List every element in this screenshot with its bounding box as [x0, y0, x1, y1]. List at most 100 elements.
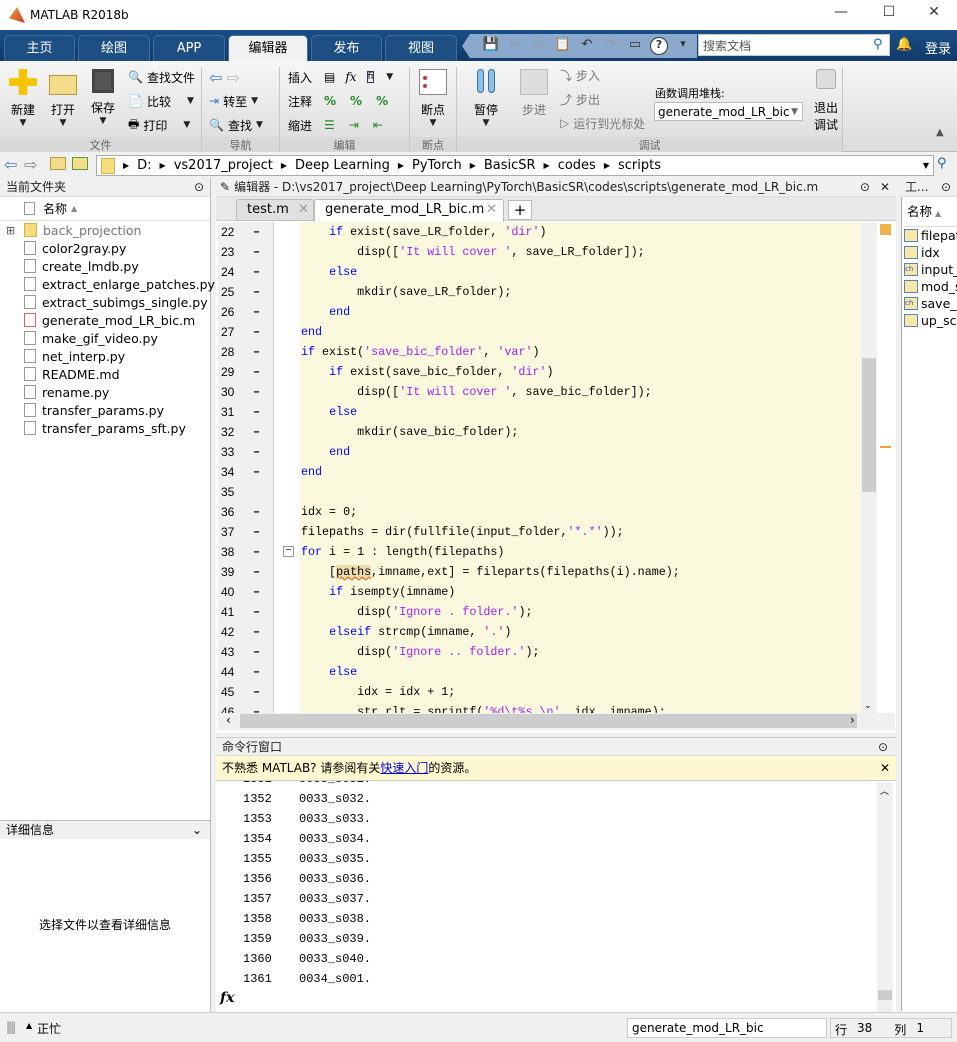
- find-button[interactable]: 🔍 查找 ▼: [209, 115, 263, 135]
- code-line[interactable]: 35: [218, 482, 861, 502]
- tab-test-m[interactable]: test.m ✕: [236, 199, 314, 221]
- command-output[interactable]: 13510033_s031. 1352 0033_s032. 1353 0033_s03…: [216, 781, 896, 993]
- breakpoint-gutter[interactable]: –: [253, 702, 273, 713]
- bell-icon[interactable]: 🔔: [896, 37, 912, 52]
- code-line[interactable]: 38– − for i = 1 : length(filepaths): [218, 542, 861, 562]
- insert-function-icon[interactable]: fx: [345, 70, 356, 84]
- breakpoint-gutter[interactable]: –: [253, 522, 273, 542]
- code-line[interactable]: 29– if exist(save_bic_folder, 'dir'): [218, 362, 861, 382]
- fold-collapse-icon[interactable]: −: [283, 546, 294, 557]
- warning-marker[interactable]: [880, 446, 891, 448]
- tab-publish[interactable]: 发布: [311, 35, 382, 61]
- new-button[interactable]: 新建 ▼: [8, 69, 38, 128]
- workspace-variable[interactable]: chinput_folder: [902, 261, 957, 278]
- breakpoints-button[interactable]: 断点 ▼: [416, 69, 450, 128]
- warning-indicator-icon[interactable]: [880, 224, 891, 235]
- print-button[interactable]: 🖶 打印 ▼: [128, 115, 195, 135]
- breakpoint-gutter[interactable]: –: [253, 282, 273, 302]
- breakpoint-gutter[interactable]: –: [253, 662, 273, 682]
- collapse-ribbon-icon[interactable]: ▲: [936, 127, 944, 138]
- redo-icon[interactable]: ↷: [602, 37, 620, 55]
- scrollbar-thumb[interactable]: [878, 990, 892, 1000]
- insert-section-icon[interactable]: ▤: [324, 70, 335, 84]
- breakpoint-gutter[interactable]: –: [253, 462, 273, 482]
- scroll-left-icon[interactable]: ‹: [226, 713, 231, 727]
- breakpoint-gutter[interactable]: –: [253, 362, 273, 382]
- breakpoint-gutter[interactable]: –: [253, 542, 273, 562]
- breakpoint-gutter[interactable]: –: [253, 222, 273, 242]
- chevron-down-icon[interactable]: ▼: [923, 161, 929, 170]
- pause-button[interactable]: 暂停 ▼: [470, 69, 502, 128]
- save-button[interactable]: 保存 ▼: [88, 69, 118, 126]
- breadcrumb-item[interactable]: Deep Learning: [295, 158, 390, 173]
- minimize-button[interactable]: —: [818, 4, 864, 26]
- close-panel-icon[interactable]: ✕: [880, 178, 890, 197]
- code-line[interactable]: 34– end: [218, 462, 861, 482]
- scrollbar-thumb[interactable]: [240, 714, 857, 728]
- workspace-variable[interactable]: filepaths: [902, 227, 957, 244]
- code-area[interactable]: 22– if exist(save_LR_folder, 'dir') 23– d…: [218, 222, 861, 713]
- file-row[interactable]: extract_subimgs_single.py: [0, 293, 210, 311]
- breakpoint-gutter[interactable]: –: [253, 502, 273, 522]
- login-link[interactable]: 登录: [925, 38, 951, 57]
- column-header-name[interactable]: 名称 ▲: [0, 197, 210, 221]
- panel-menu-icon[interactable]: ⊙: [194, 178, 204, 197]
- column-header-name[interactable]: 名称 ▲: [901, 197, 957, 227]
- code-line[interactable]: 32– mkdir(save_bic_folder);: [218, 422, 861, 442]
- compare-button[interactable]: 📄 比较 ▼: [128, 91, 195, 111]
- forward-icon[interactable]: ⇨: [24, 155, 37, 174]
- breakpoint-gutter[interactable]: –: [253, 322, 273, 342]
- tab-view[interactable]: 视图: [385, 35, 457, 61]
- tab-plots[interactable]: 绘图: [78, 35, 150, 61]
- breadcrumb-item[interactable]: vs2017_project: [174, 158, 273, 173]
- file-row[interactable]: transfer_params_sft.py: [0, 419, 210, 437]
- code-line[interactable]: 45– idx = idx + 1;: [218, 682, 861, 702]
- copy-icon[interactable]: ⎘: [530, 37, 548, 55]
- breakpoint-gutter[interactable]: –: [253, 622, 273, 642]
- comment-icon[interactable]: %: [324, 94, 336, 108]
- find-files-button[interactable]: 🔍 查找文件: [128, 67, 195, 87]
- scroll-right-icon[interactable]: ›: [850, 713, 855, 727]
- breakpoint-gutter[interactable]: –: [253, 562, 273, 582]
- code-line[interactable]: 36– idx = 0;: [218, 502, 861, 522]
- step-in-button[interactable]: ⤵ 步入: [560, 65, 645, 85]
- code-line[interactable]: 42– elseif strcmp(imname, '.'): [218, 622, 861, 642]
- tab-apps[interactable]: APP: [153, 35, 225, 61]
- close-button[interactable]: ✕: [911, 4, 957, 26]
- step-out-button[interactable]: ⤴ 步出: [560, 89, 645, 109]
- file-row[interactable]: extract_enlarge_patches.py: [0, 275, 215, 293]
- code-line[interactable]: 39– [paths,imname,ext] = fileparts(filep…: [218, 562, 861, 582]
- breakpoint-gutter[interactable]: –: [253, 582, 273, 602]
- command-scrollbar[interactable]: ︿: [877, 782, 893, 1012]
- breakpoint-gutter[interactable]: –: [253, 602, 273, 622]
- help-icon[interactable]: ?: [650, 37, 668, 55]
- breakpoint-gutter[interactable]: –: [253, 342, 273, 362]
- panel-menu-icon[interactable]: ⊙: [860, 178, 870, 197]
- cut-icon[interactable]: ✂: [506, 37, 524, 55]
- scrollbar-thumb[interactable]: [862, 358, 876, 492]
- breakpoint-gutter[interactable]: –: [253, 402, 273, 422]
- browse-folder-icon[interactable]: [72, 157, 88, 170]
- code-line[interactable]: 43– disp('Ignore .. folder.');: [218, 642, 861, 662]
- call-stack-dropdown[interactable]: generate_mod_LR_bic ▼: [654, 102, 803, 121]
- file-row[interactable]: ⊞ back_projection: [0, 221, 210, 239]
- smart-indent-icon[interactable]: ☰: [324, 118, 335, 132]
- forward-arrow-icon[interactable]: ⇨: [226, 68, 239, 87]
- code-line[interactable]: 46– str_rlt = sprintf('%d\t%s.\n', idx, …: [218, 702, 861, 713]
- breakpoint-gutter[interactable]: –: [253, 382, 273, 402]
- save-icon[interactable]: 💾: [482, 37, 500, 55]
- quick-start-link[interactable]: 快速入门: [380, 761, 428, 775]
- details-header[interactable]: 详细信息 ⌄: [0, 820, 210, 839]
- file-row[interactable]: rename.py: [0, 383, 210, 401]
- add-tab-button[interactable]: +: [508, 200, 532, 220]
- decrease-indent-icon[interactable]: ⇤: [373, 118, 383, 132]
- open-button[interactable]: 打开 ▼: [48, 69, 78, 128]
- code-line[interactable]: 33– end: [218, 442, 861, 462]
- increase-indent-icon[interactable]: ⇥: [349, 118, 359, 132]
- editor-vertical-scrollbar[interactable]: ⌄: [861, 222, 877, 713]
- file-row[interactable]: transfer_params.py: [0, 401, 210, 419]
- file-row[interactable]: make_gif_video.py: [0, 329, 210, 347]
- uncomment-icon[interactable]: %: [350, 94, 362, 108]
- insert-fi-icon[interactable]: fi: [366, 71, 375, 83]
- exit-debug-button[interactable]: 退出 调试: [812, 69, 840, 133]
